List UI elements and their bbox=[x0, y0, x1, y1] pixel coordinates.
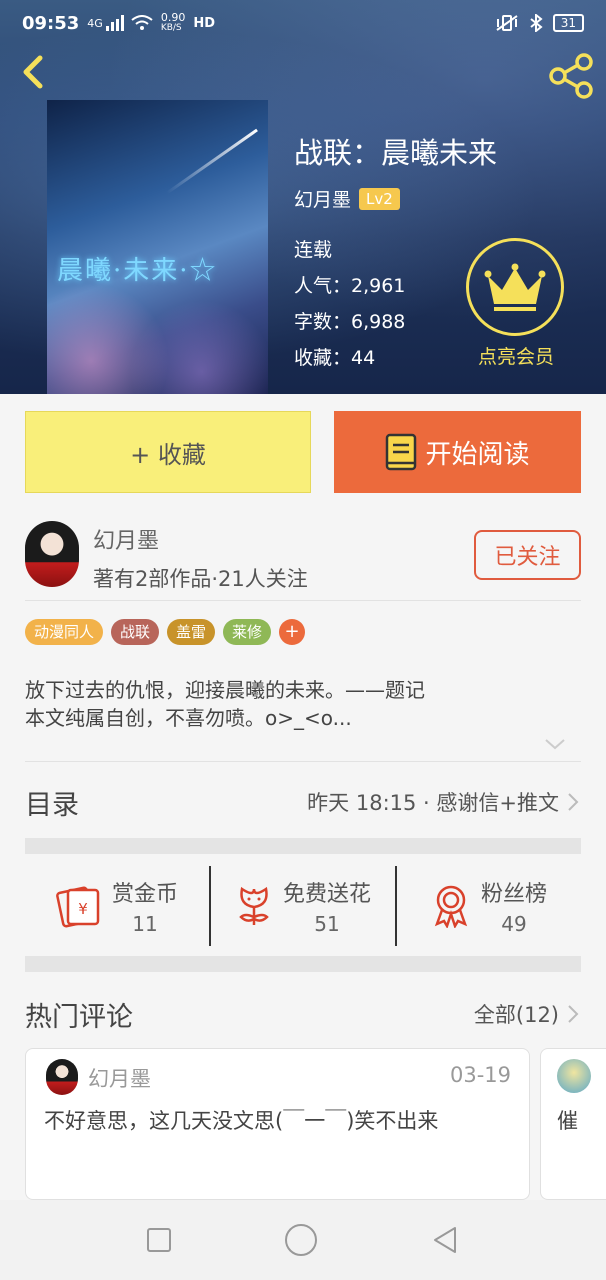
bluetooth-icon bbox=[530, 14, 543, 32]
tag-item[interactable]: 莱修 bbox=[223, 619, 272, 645]
toc-latest-chapter: 昨天 18:15 · 感谢信+推文 bbox=[307, 791, 559, 815]
share-button[interactable] bbox=[548, 52, 596, 100]
send-flower-count: 51 bbox=[314, 912, 340, 936]
collect-button[interactable]: + 收藏 bbox=[25, 411, 311, 493]
section-separator bbox=[25, 956, 581, 972]
avatar[interactable] bbox=[557, 1059, 591, 1093]
follow-label: 已关注 bbox=[494, 545, 561, 570]
crown-icon bbox=[484, 263, 546, 311]
vip-button[interactable] bbox=[466, 238, 564, 336]
fan-ranking-button[interactable]: 粉丝榜 49 bbox=[395, 866, 581, 946]
book-title: 战联：晨曦未来 bbox=[294, 136, 498, 170]
comment-user: 幻月墨 bbox=[88, 1067, 151, 1091]
vip-label[interactable]: 点亮会员 bbox=[470, 342, 562, 369]
home-button[interactable] bbox=[285, 1224, 317, 1256]
back-button[interactable] bbox=[14, 52, 54, 92]
vibrate-icon bbox=[496, 15, 518, 31]
tag-list: 动漫同人 战联 盖雷 莱修 + bbox=[25, 619, 306, 645]
hd-indicator: HD bbox=[193, 15, 215, 31]
avatar[interactable] bbox=[46, 1059, 78, 1095]
divider bbox=[25, 600, 581, 601]
back-triangle-icon[interactable] bbox=[431, 1225, 459, 1255]
author-meta: 著有2部作品·21人关注 bbox=[93, 567, 308, 591]
coin-envelope-icon: ¥ bbox=[56, 886, 100, 928]
battery-indicator: 31 bbox=[552, 14, 584, 32]
status-time: 09:53 bbox=[22, 12, 80, 34]
signal-icon bbox=[105, 15, 124, 31]
collect-label: + 收藏 bbox=[130, 440, 206, 469]
send-flower-button[interactable]: 免费送花 51 bbox=[209, 866, 395, 946]
book-popularity: 人气：2,961 bbox=[294, 275, 406, 297]
fan-ranking-count: 49 bbox=[501, 912, 527, 936]
comment-text: 催 bbox=[557, 1109, 578, 1133]
chevron-down-icon[interactable] bbox=[543, 734, 567, 754]
toc-title: 目录 bbox=[25, 789, 79, 821]
chevron-right-icon[interactable] bbox=[565, 1003, 581, 1025]
book-author[interactable]: 幻月墨 bbox=[294, 185, 351, 212]
flower-icon bbox=[239, 886, 269, 925]
book-icon bbox=[386, 433, 417, 471]
hot-comments-title: 热门评论 bbox=[25, 1001, 133, 1033]
comment-date: 03-19 bbox=[449, 1063, 511, 1087]
add-tag-button[interactable]: + bbox=[279, 619, 306, 645]
reward-coins-label: 赏金币 bbox=[111, 882, 178, 907]
book-cover[interactable]: 晨曦·未来·☆ bbox=[47, 100, 268, 394]
system-nav-bar bbox=[0, 1200, 606, 1280]
book-word-count: 字数：6,988 bbox=[294, 311, 406, 333]
cover-title: 晨曦·未来·☆ bbox=[57, 256, 218, 286]
reward-coins-count: 11 bbox=[132, 912, 158, 936]
book-status: 连载 bbox=[294, 239, 333, 261]
cover-meteor bbox=[166, 128, 258, 195]
reward-row: ¥ 赏金币 11 免费送花 51 粉丝榜 49 bbox=[25, 866, 581, 946]
comment-card[interactable]: 幻月墨 03-19 不好意思，这几天没文思(￣一￣)笑不出来 bbox=[25, 1048, 530, 1200]
tag-item[interactable]: 战联 bbox=[111, 619, 160, 645]
book-header: 09:53 4G 0.90 KB/S HD 31 晨曦·未来·☆ 战联：晨曦未来… bbox=[0, 0, 606, 394]
author-avatar[interactable] bbox=[25, 521, 79, 587]
reward-coins-button[interactable]: ¥ 赏金币 11 bbox=[25, 866, 209, 946]
level-badge: Lv2 bbox=[359, 187, 400, 210]
book-favorites: 收藏：44 bbox=[294, 347, 376, 369]
medal-icon bbox=[434, 885, 468, 928]
chevron-right-icon bbox=[568, 793, 579, 811]
network-indicator: 4G bbox=[87, 16, 103, 30]
book-author-row: 幻月墨 Lv2 bbox=[294, 185, 400, 212]
author-name[interactable]: 幻月墨 bbox=[93, 523, 159, 555]
send-flower-label: 免费送花 bbox=[282, 882, 371, 907]
net-speed: 0.90 KB/S bbox=[160, 11, 186, 33]
description-line: 本文纯属自创，不喜勿喷。o>_<o... bbox=[25, 706, 352, 730]
wifi-icon bbox=[131, 15, 153, 30]
comment-text: 不好意思，这几天没文思(￣一￣)笑不出来 bbox=[44, 1109, 439, 1133]
book-stats: 连载 人气：2,961 字数：6,988 收藏：44 bbox=[294, 232, 405, 376]
start-reading-button[interactable]: 开始阅读 bbox=[334, 411, 581, 493]
recent-apps-button[interactable] bbox=[147, 1228, 171, 1252]
table-of-contents-row[interactable]: 目录 昨天 18:15 · 感谢信+推文 bbox=[25, 780, 581, 824]
follow-button[interactable]: 已关注 bbox=[474, 530, 581, 580]
comment-card[interactable]: 催 bbox=[540, 1048, 606, 1200]
tag-item[interactable]: 盖雷 bbox=[167, 619, 216, 645]
hot-comments-header: 热门评论 全部(12) bbox=[25, 992, 581, 1036]
book-description[interactable]: 放下过去的仇恨，迎接晨曦的未来。——题记 本文纯属自创，不喜勿喷。o>_<o..… bbox=[25, 676, 581, 732]
chevron-left-icon bbox=[23, 55, 43, 89]
fan-ranking-label: 粉丝榜 bbox=[480, 882, 547, 907]
tag-item[interactable]: 动漫同人 bbox=[25, 619, 104, 645]
all-comments-link[interactable]: 全部(12) bbox=[474, 999, 559, 1029]
status-bar: 09:53 4G 0.90 KB/S HD 31 bbox=[0, 0, 606, 46]
divider bbox=[25, 761, 581, 762]
section-separator bbox=[25, 838, 581, 854]
share-icon bbox=[549, 53, 593, 99]
start-reading-label: 开始阅读 bbox=[425, 439, 530, 470]
svg-text:¥: ¥ bbox=[78, 900, 88, 918]
description-line: 放下过去的仇恨，迎接晨曦的未来。——题记 bbox=[25, 678, 425, 702]
